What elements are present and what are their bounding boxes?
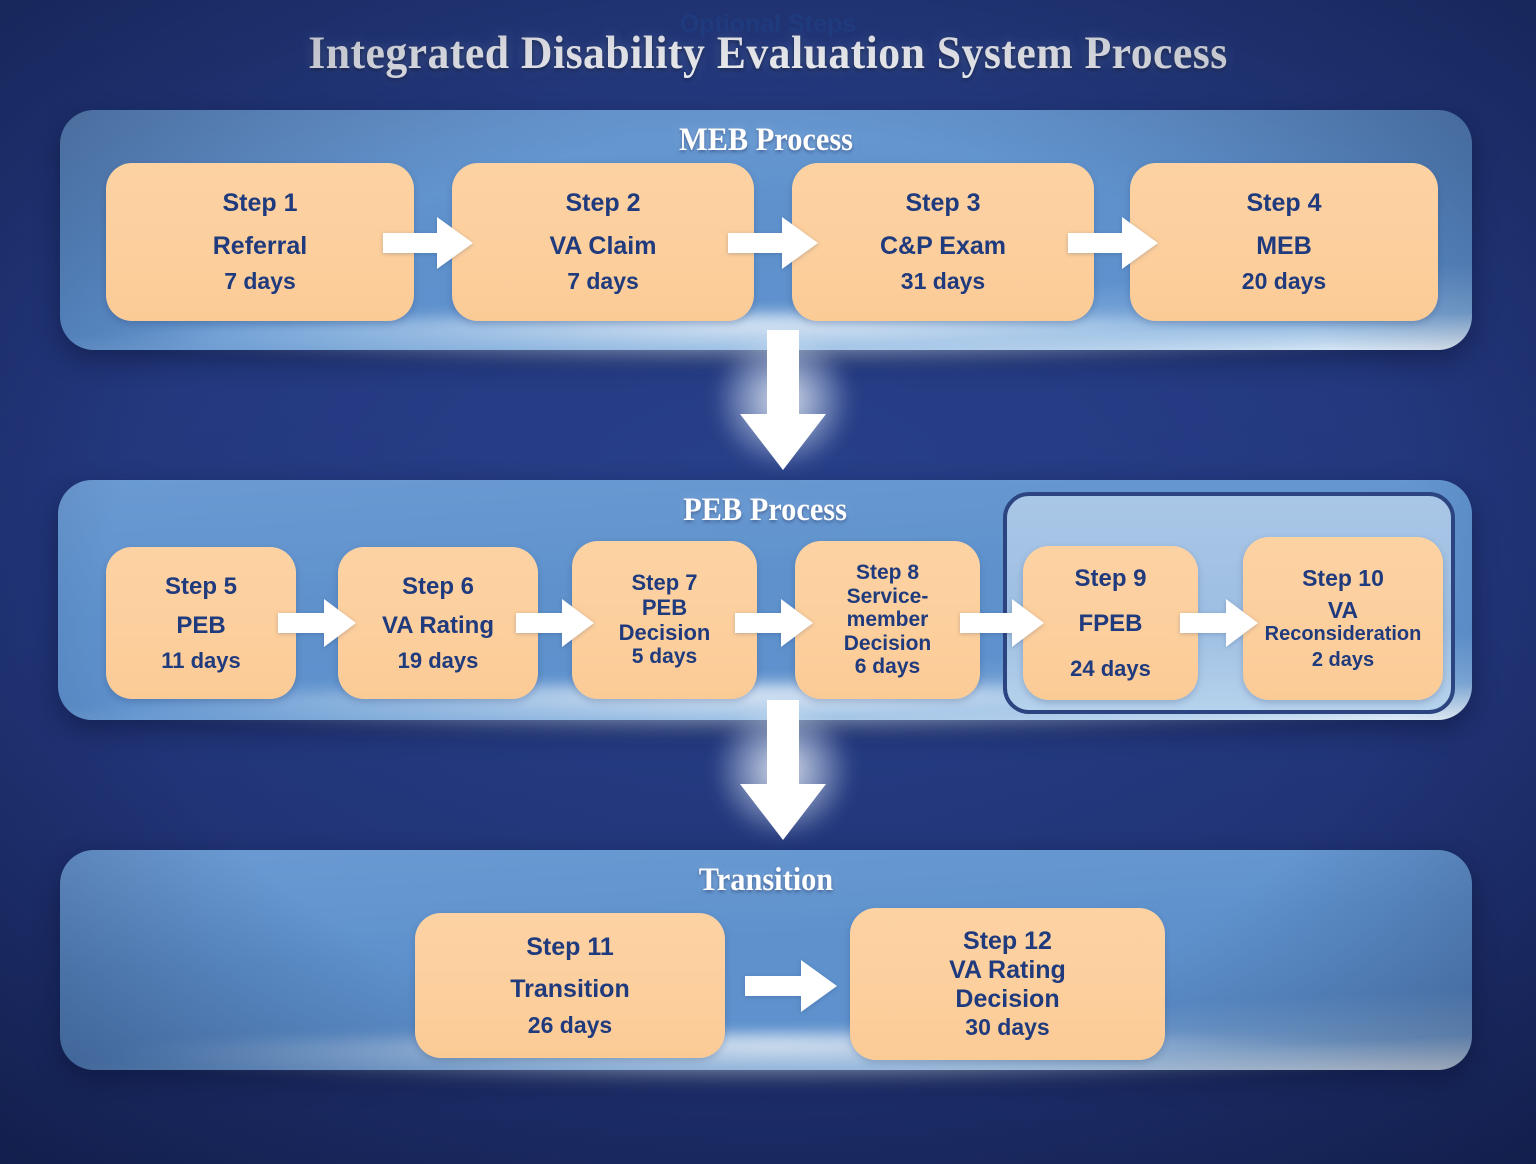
step-7-duration: 5 days bbox=[631, 645, 698, 669]
step-4-number: Step 4 bbox=[1246, 189, 1322, 218]
step-11-number: Step 11 bbox=[526, 932, 614, 961]
section-heading-transition: Transition bbox=[698, 862, 834, 898]
step-8-number: Step 8 bbox=[855, 561, 920, 585]
step-12-duration: 30 days bbox=[965, 1014, 1050, 1041]
step-5-duration: 11 days bbox=[161, 647, 241, 673]
step-4-duration: 20 days bbox=[1241, 268, 1327, 295]
step-6-name: VA Rating bbox=[382, 612, 494, 640]
step-card-3[interactable]: Step 3 C&P Exam 31 days bbox=[792, 163, 1094, 321]
step-5-name: PEB bbox=[176, 612, 226, 640]
flow-arrow-right-6-7 bbox=[516, 599, 594, 647]
step-8-duration: 6 days bbox=[854, 655, 921, 679]
step-card-6[interactable]: Step 6 VA Rating 19 days bbox=[338, 547, 538, 699]
step-2-name: VA Claim bbox=[549, 231, 657, 260]
step-card-4[interactable]: Step 4 MEB 20 days bbox=[1130, 163, 1438, 321]
step-3-duration: 31 days bbox=[900, 268, 986, 295]
step-12-number: Step 12 bbox=[963, 927, 1052, 956]
step-9-number: Step 9 bbox=[1074, 564, 1147, 592]
step-12-name-line1: VA Rating bbox=[949, 956, 1066, 985]
flow-arrow-down-meb-peb bbox=[708, 325, 858, 475]
step-9-duration: 24 days bbox=[1070, 655, 1151, 681]
step-12-name-line2: Decision bbox=[955, 985, 1060, 1014]
step-card-2[interactable]: Step 2 VA Claim 7 days bbox=[452, 163, 754, 321]
flow-arrow-right-2-3 bbox=[728, 217, 818, 269]
step-6-duration: 19 days bbox=[397, 647, 479, 673]
optional-steps-heading: Optional Steps bbox=[679, 10, 857, 38]
step-7-number: Step 7 bbox=[631, 570, 698, 596]
step-10-name-line2: Reconsideration bbox=[1264, 623, 1422, 646]
step-3-name: C&P Exam bbox=[880, 231, 1006, 260]
flow-arrow-right-3-4 bbox=[1068, 217, 1158, 269]
step-7-name-line2: Decision bbox=[618, 619, 711, 645]
step-2-number: Step 2 bbox=[565, 189, 641, 218]
step-11-duration: 26 days bbox=[527, 1011, 613, 1038]
step-card-12[interactable]: Step 12 VA Rating Decision 30 days bbox=[850, 908, 1165, 1060]
step-10-duration: 2 days bbox=[1311, 649, 1375, 672]
step-card-7[interactable]: Step 7 PEB Decision 5 days bbox=[572, 541, 757, 699]
step-9-name: FPEB bbox=[1078, 610, 1143, 638]
step-8-name-line1: Service- bbox=[846, 584, 929, 608]
step-1-number: Step 1 bbox=[222, 189, 298, 218]
flow-arrow-right-9-10 bbox=[1180, 599, 1258, 647]
flow-arrow-right-5-6 bbox=[278, 599, 356, 647]
step-8-name-line2: member bbox=[846, 608, 929, 632]
step-8-name-line3: Decision bbox=[843, 631, 932, 655]
flow-arrow-right-1-2 bbox=[383, 217, 473, 269]
step-1-name: Referral bbox=[212, 231, 308, 260]
flow-arrow-down-peb-transition bbox=[708, 695, 858, 845]
step-10-name-line1: VA bbox=[1327, 597, 1359, 623]
step-5-number: Step 5 bbox=[164, 572, 238, 600]
flow-arrow-right-11-12 bbox=[745, 960, 837, 1012]
step-4-name: MEB bbox=[1256, 231, 1312, 260]
step-card-9[interactable]: Step 9 FPEB 24 days bbox=[1023, 546, 1198, 700]
step-card-1[interactable]: Step 1 Referral 7 days bbox=[106, 163, 414, 321]
section-heading-peb: PEB Process bbox=[683, 492, 847, 528]
step-card-8[interactable]: Step 8 Service- member Decision 6 days bbox=[795, 541, 980, 699]
step-card-11[interactable]: Step 11 Transition 26 days bbox=[415, 913, 725, 1058]
step-3-number: Step 3 bbox=[905, 189, 981, 218]
step-card-5[interactable]: Step 5 PEB 11 days bbox=[106, 547, 296, 699]
step-7-name-line1: PEB bbox=[641, 594, 688, 620]
flow-arrow-right-7-8 bbox=[735, 599, 813, 647]
section-heading-meb: MEB Process bbox=[679, 122, 853, 158]
step-2-duration: 7 days bbox=[567, 268, 639, 295]
flow-arrow-right-8-9 bbox=[960, 599, 1044, 647]
step-11-name: Transition bbox=[510, 975, 630, 1004]
step-1-duration: 7 days bbox=[224, 268, 296, 295]
step-6-number: Step 6 bbox=[401, 572, 475, 600]
step-10-number: Step 10 bbox=[1302, 564, 1384, 591]
step-card-10[interactable]: Step 10 VA Reconsideration 2 days bbox=[1243, 537, 1443, 700]
